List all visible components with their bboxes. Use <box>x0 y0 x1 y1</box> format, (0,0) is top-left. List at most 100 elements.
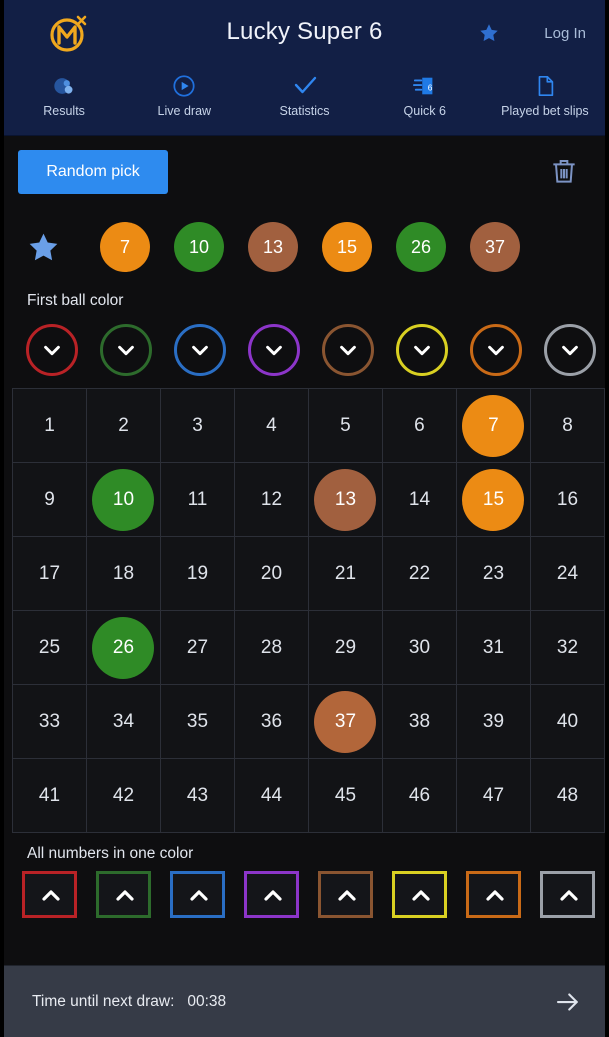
number-cell[interactable]: 10 <box>86 462 162 537</box>
number-cell-label: 20 <box>260 562 283 584</box>
number-cell[interactable]: 16 <box>530 462 605 537</box>
selected-ball[interactable]: 13 <box>248 222 298 272</box>
number-cell[interactable]: 14 <box>382 462 457 537</box>
number-cell[interactable]: 21 <box>308 536 383 611</box>
all-numbers-color-gray[interactable] <box>540 871 595 918</box>
all-numbers-color-green[interactable] <box>96 871 151 918</box>
number-cell[interactable]: 27 <box>160 610 235 685</box>
number-cell-inner: 31 <box>457 611 530 684</box>
number-cell[interactable]: 7 <box>456 388 532 463</box>
selected-ball[interactable]: 26 <box>396 222 446 272</box>
all-numbers-color-blue[interactable] <box>170 871 225 918</box>
number-cell-inner: 35 <box>161 685 234 758</box>
number-cell-label: 25 <box>38 636 61 658</box>
number-cell[interactable]: 36 <box>234 684 309 759</box>
number-cell[interactable]: 29 <box>308 610 383 685</box>
nav-item-quick-6[interactable]: 6 Quick 6 <box>365 68 485 136</box>
number-cell-selected-ball: 15 <box>462 468 525 531</box>
next-draw-footer[interactable]: Time until next draw: 00:38 <box>4 965 605 1037</box>
all-numbers-color-brown[interactable] <box>318 871 373 918</box>
number-cell[interactable]: 48 <box>530 758 605 833</box>
number-cell[interactable]: 15 <box>456 462 532 537</box>
clear-selection-button[interactable] <box>545 150 583 194</box>
number-cell[interactable]: 35 <box>160 684 235 759</box>
chevron-down-icon <box>115 339 137 361</box>
number-cell[interactable]: 6 <box>382 388 457 463</box>
number-cell[interactable]: 18 <box>86 536 162 611</box>
number-cell[interactable]: 44 <box>234 758 309 833</box>
random-pick-button[interactable]: Random pick <box>18 150 168 194</box>
all-numbers-color-yellow[interactable] <box>392 871 447 918</box>
number-cell[interactable]: 23 <box>456 536 532 611</box>
number-cell-label: 29 <box>334 636 357 658</box>
nav-item-results[interactable]: Results <box>4 68 124 136</box>
number-cell-label: 14 <box>408 488 431 510</box>
number-cell[interactable]: 1 <box>12 388 87 463</box>
number-cell[interactable]: 31 <box>456 610 532 685</box>
number-cell[interactable]: 17 <box>12 536 87 611</box>
number-cell[interactable]: 22 <box>382 536 457 611</box>
login-button[interactable]: Log In <box>544 25 586 42</box>
first-ball-color-orange[interactable] <box>470 324 522 376</box>
number-cell[interactable]: 8 <box>530 388 605 463</box>
number-cell[interactable]: 19 <box>160 536 235 611</box>
chevron-down-icon <box>485 339 507 361</box>
number-cell[interactable]: 34 <box>86 684 162 759</box>
number-cell[interactable]: 26 <box>86 610 162 685</box>
number-cell[interactable]: 25 <box>12 610 87 685</box>
selected-ball[interactable]: 15 <box>322 222 372 272</box>
first-ball-color-gray[interactable] <box>544 324 596 376</box>
chevron-up-icon <box>483 884 505 906</box>
all-numbers-color-purple[interactable] <box>244 871 299 918</box>
number-cell[interactable]: 38 <box>382 684 457 759</box>
selected-ball[interactable]: 7 <box>100 222 150 272</box>
number-cell-label: 41 <box>38 784 61 806</box>
first-ball-color-green[interactable] <box>100 324 152 376</box>
favorite-star-icon[interactable] <box>26 230 61 265</box>
number-grid-row: 41 42 43 44 45 46 47 48 <box>12 758 605 833</box>
first-ball-color-yellow[interactable] <box>396 324 448 376</box>
nav-item-played-bet-slips[interactable]: Played bet slips <box>485 68 605 136</box>
play-circle-icon <box>171 73 197 99</box>
number-cell[interactable]: 45 <box>308 758 383 833</box>
selected-ball[interactable]: 37 <box>470 222 520 272</box>
number-cell[interactable]: 11 <box>160 462 235 537</box>
number-cell[interactable]: 33 <box>12 684 87 759</box>
number-cell[interactable]: 46 <box>382 758 457 833</box>
nav-item-live-draw[interactable]: Live draw <box>124 68 244 136</box>
first-ball-color-blue[interactable] <box>174 324 226 376</box>
number-cell[interactable]: 39 <box>456 684 532 759</box>
number-cell[interactable]: 42 <box>86 758 162 833</box>
number-cell[interactable]: 9 <box>12 462 87 537</box>
number-cell[interactable]: 47 <box>456 758 532 833</box>
arrow-right-icon[interactable] <box>553 987 583 1017</box>
number-cell[interactable]: 4 <box>234 388 309 463</box>
number-cell-inner: 2 <box>87 389 160 462</box>
first-ball-color-purple[interactable] <box>248 324 300 376</box>
number-cell[interactable]: 2 <box>86 388 162 463</box>
number-cell[interactable]: 12 <box>234 462 309 537</box>
number-cell-label: 39 <box>482 710 505 732</box>
number-cell[interactable]: 24 <box>530 536 605 611</box>
number-cell[interactable]: 13 <box>308 462 383 537</box>
number-cell-inner: 43 <box>161 759 234 832</box>
number-cell[interactable]: 3 <box>160 388 235 463</box>
number-cell[interactable]: 30 <box>382 610 457 685</box>
nav-item-statistics[interactable]: Statistics <box>244 68 364 136</box>
number-cell[interactable]: 37 <box>308 684 383 759</box>
number-cell[interactable]: 20 <box>234 536 309 611</box>
selected-ball[interactable]: 10 <box>174 222 224 272</box>
number-cell[interactable]: 28 <box>234 610 309 685</box>
document-icon <box>532 73 558 99</box>
number-cell[interactable]: 5 <box>308 388 383 463</box>
number-cell[interactable]: 43 <box>160 758 235 833</box>
number-cell-inner: 38 <box>383 685 456 758</box>
all-numbers-color-orange[interactable] <box>466 871 521 918</box>
number-cell[interactable]: 40 <box>530 684 605 759</box>
number-cell[interactable]: 32 <box>530 610 605 685</box>
first-ball-color-brown[interactable] <box>322 324 374 376</box>
all-numbers-color-red[interactable] <box>22 871 77 918</box>
favorite-star-icon[interactable] <box>478 22 500 44</box>
first-ball-color-red[interactable] <box>26 324 78 376</box>
number-cell[interactable]: 41 <box>12 758 87 833</box>
